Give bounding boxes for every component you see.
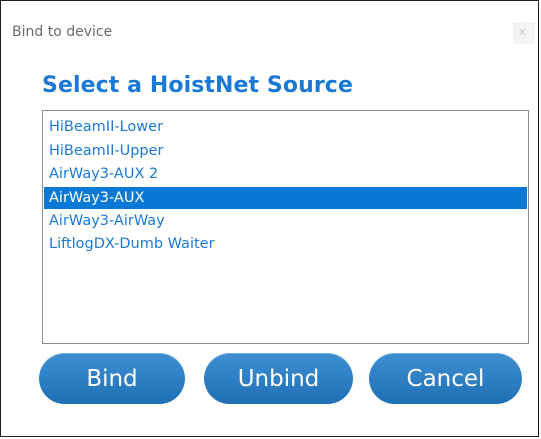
cancel-button[interactable]: Cancel — [369, 353, 522, 404]
list-item-selected[interactable]: AirWay3-AUX — [44, 187, 527, 209]
close-button[interactable]: x — [513, 22, 535, 44]
bind-dialog: Bind to device x Select a HoistNet Sourc… — [0, 0, 539, 437]
window-title: Bind to device — [12, 24, 113, 40]
list-item[interactable]: LiftlogDX-Dumb Waiter — [44, 233, 527, 255]
title-bar: Bind to device x — [2, 2, 539, 62]
list-item[interactable]: AirWay3-AUX 2 — [44, 163, 527, 185]
bind-button[interactable]: Bind — [39, 353, 185, 404]
list-item[interactable]: HiBeamII-Upper — [44, 140, 527, 162]
list-item[interactable]: AirWay3-AirWay — [44, 210, 527, 232]
unbind-button[interactable]: Unbind — [204, 353, 353, 404]
close-icon: x — [519, 25, 526, 38]
source-list[interactable]: HiBeamII-Lower HiBeamII-Upper AirWay3-AU… — [42, 110, 529, 344]
page-title: Select a HoistNet Source — [42, 73, 353, 98]
list-item[interactable]: HiBeamII-Lower — [44, 116, 527, 138]
